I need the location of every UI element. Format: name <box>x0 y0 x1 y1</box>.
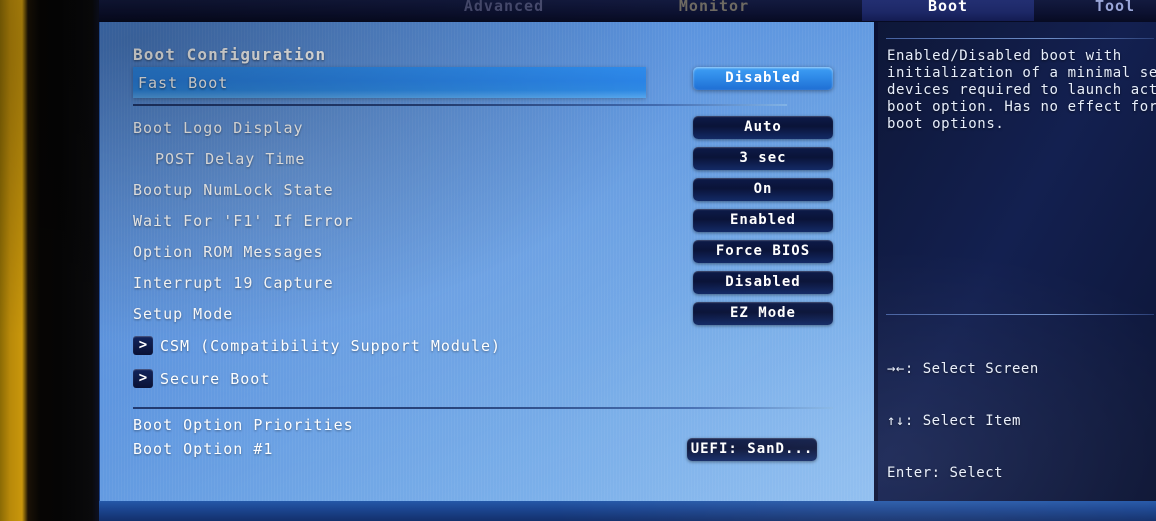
submenu-label-secure-boot: Secure Boot <box>160 369 271 388</box>
main-content-panel: Boot Configuration Fast Boot Disabled Bo… <box>100 22 874 501</box>
setting-row-interrupt-19-capture[interactable]: Interrupt 19 Capture Disabled <box>133 267 833 298</box>
setting-value-boot-logo-display[interactable]: Auto <box>693 116 833 139</box>
submenu-row-secure-boot[interactable]: > Secure Boot <box>133 362 833 395</box>
setting-label-bootup-numlock-state: Bootup NumLock State <box>133 180 334 199</box>
submenu-row-csm[interactable]: > CSM (Compatibility Support Module) <box>133 329 833 362</box>
settings-list: Boot Configuration Fast Boot Disabled Bo… <box>133 43 833 462</box>
help-side-panel: Enabled/Disabled boot with initializatio… <box>878 22 1156 521</box>
chevron-right-icon: > <box>133 369 153 388</box>
boot-option-priorities-title: Boot Option Priorities <box>133 416 354 434</box>
setting-row-bootup-numlock-state[interactable]: Bootup NumLock State On <box>133 174 833 205</box>
help-description-text: Enabled/Disabled boot with initializatio… <box>887 48 1156 132</box>
tab-tool[interactable]: Tool <box>1074 0 1156 21</box>
submenu-label-csm: CSM (Compatibility Support Module) <box>160 336 502 355</box>
boot-option-value-1[interactable]: UEFI: SanD... <box>687 437 817 461</box>
separator-boot-priorities <box>133 407 833 409</box>
setting-value-bootup-numlock-state[interactable]: On <box>693 178 833 201</box>
boot-option-row-1[interactable]: Boot Option #1 UEFI: SanD... <box>133 436 833 462</box>
boot-option-priorities-block: Boot Option Priorities Boot Option #1 UE… <box>133 415 833 462</box>
tab-advanced[interactable]: Advanced <box>429 0 579 21</box>
setting-label-post-delay-time: POST Delay Time <box>155 149 306 168</box>
setting-value-setup-mode[interactable]: EZ Mode <box>693 302 833 325</box>
bios-screen: Advanced Monitor Boot Tool Boot Configur… <box>99 0 1156 521</box>
setting-row-post-delay-time[interactable]: POST Delay Time 3 sec <box>133 143 833 174</box>
separator-top <box>133 104 787 106</box>
legend-separator <box>886 314 1154 315</box>
help-separator-top <box>886 38 1154 39</box>
panel-bottom-trim <box>99 501 1156 521</box>
setting-label-option-rom-messages: Option ROM Messages <box>133 242 324 261</box>
setting-row-option-rom-messages[interactable]: Option ROM Messages Force BIOS <box>133 236 833 267</box>
boot-option-label-1: Boot Option #1 <box>133 440 274 458</box>
section-title-boot-configuration: Boot Configuration <box>133 45 327 64</box>
setting-value-fast-boot[interactable]: Disabled <box>693 67 833 90</box>
setting-row-boot-logo-display[interactable]: Boot Logo Display Auto <box>133 112 833 143</box>
legend-line-enter-select: Enter: Select <box>887 464 1004 481</box>
setting-label-wait-for-f1-if-error: Wait For 'F1' If Error <box>133 211 354 230</box>
hotkey-legend: →←: Select Screen ↑↓: Select Item Enter:… <box>887 327 1152 521</box>
tab-boot[interactable]: Boot <box>862 0 1034 21</box>
setting-label-boot-logo-display: Boot Logo Display <box>133 118 304 137</box>
legend-line-select-screen: →←: Select Screen <box>887 361 1039 378</box>
bios-screenshot: Advanced Monitor Boot Tool Boot Configur… <box>0 0 1156 521</box>
setting-value-wait-for-f1-if-error[interactable]: Enabled <box>693 209 833 232</box>
setting-row-setup-mode[interactable]: Setup Mode EZ Mode <box>133 298 833 329</box>
setting-row-wait-for-f1-if-error[interactable]: Wait For 'F1' If Error Enabled <box>133 205 833 236</box>
menu-tab-bar: Advanced Monitor Boot Tool <box>99 0 1156 22</box>
setting-value-option-rom-messages[interactable]: Force BIOS <box>693 240 833 263</box>
setting-row-fast-boot[interactable]: Fast Boot <box>133 67 646 98</box>
chevron-right-icon: > <box>133 336 153 355</box>
legend-line-select-item: ↑↓: Select Item <box>887 413 1021 430</box>
setting-value-post-delay-time[interactable]: 3 sec <box>693 147 833 170</box>
setting-label-interrupt-19-capture: Interrupt 19 Capture <box>133 273 334 292</box>
tab-monitor[interactable]: Monitor <box>639 0 789 21</box>
setting-label-setup-mode: Setup Mode <box>133 304 234 323</box>
setting-label-fast-boot: Fast Boot <box>138 73 229 92</box>
setting-value-interrupt-19-capture[interactable]: Disabled <box>693 271 833 294</box>
